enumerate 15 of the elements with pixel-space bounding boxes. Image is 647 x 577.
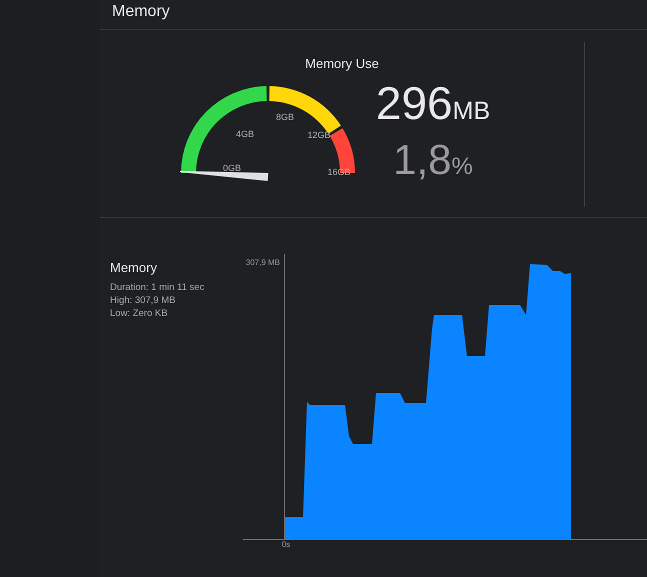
graph-detail: Low: Zero KB [110,307,169,320]
graph-detail: High: 307,9 MB [110,294,176,307]
x-axis-label: 0s [282,540,290,549]
gauge-tick-label: 0GB [222,163,241,173]
y-axis-label: 307,9 MB [246,258,280,267]
graph-detail: Duration: 1 min 11 sec [110,281,206,294]
memory-percent: 1,8% [393,137,473,185]
gauge-title: Memory Use [305,56,379,71]
gauge-tick-label: 12GB [307,130,330,140]
section-title: Memory [112,2,170,20]
graph-title: Memory [110,260,158,275]
gauge-tick-label: 8GB [276,112,294,122]
gauge-tick-label: 4GB [236,129,254,139]
gauge-tick-label: 16GB [327,167,350,177]
memory-value: 296MB [376,77,490,131]
